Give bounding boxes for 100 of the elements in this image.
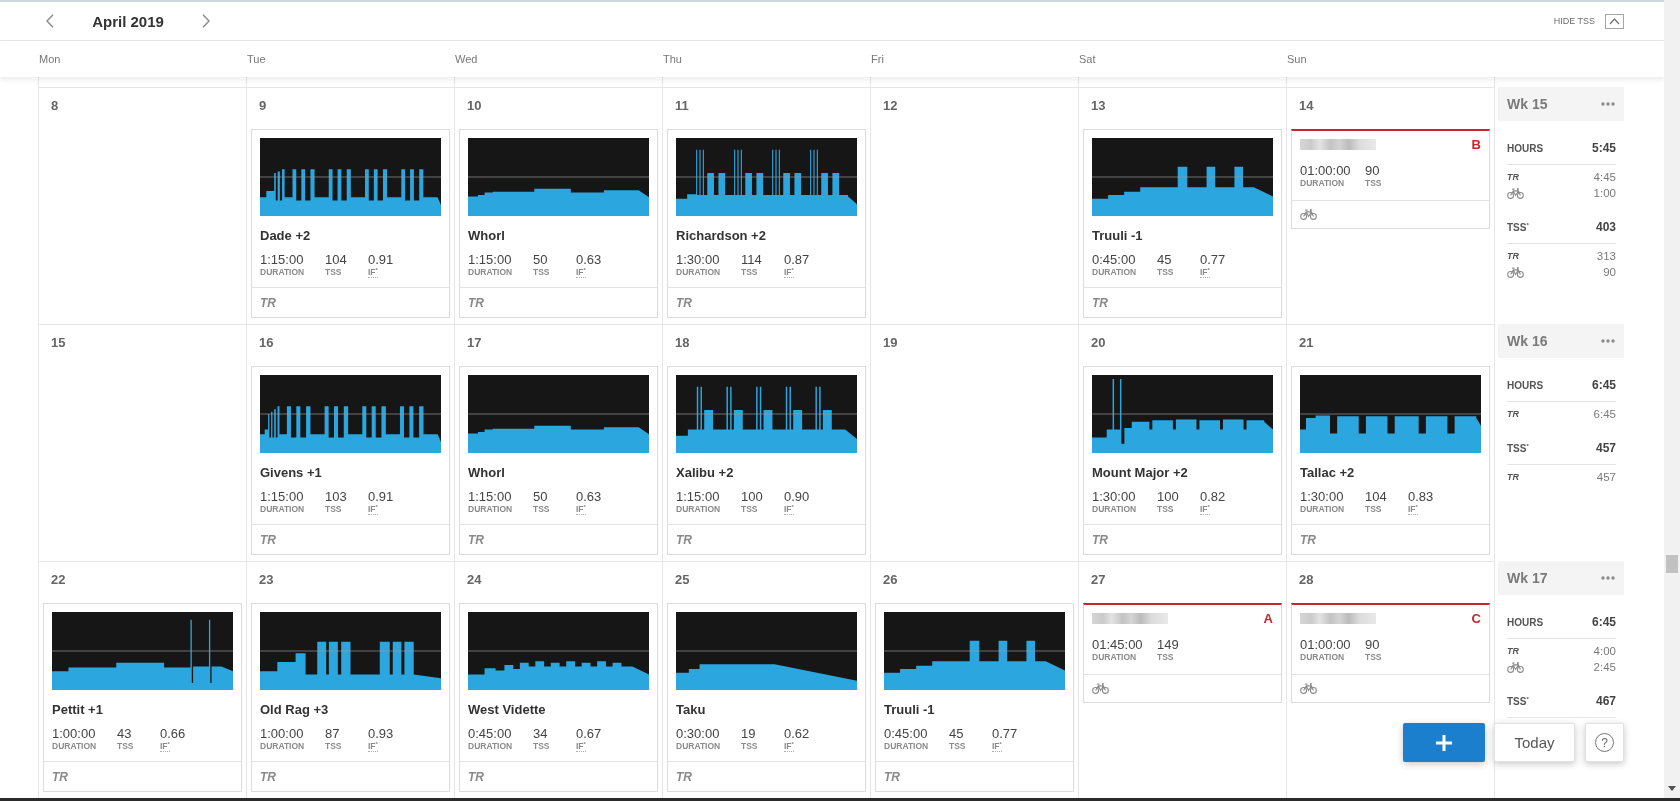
stat-label: DURATION — [676, 504, 721, 515]
stat-label: IF$^{*}$ — [784, 267, 794, 278]
stat-label: DURATION — [1092, 267, 1137, 278]
day-number: 11 — [675, 98, 689, 113]
stat-value: 1:15:00 — [468, 253, 512, 267]
stat-value: 0.91 — [368, 253, 394, 267]
stat-value: 01:45:00 — [1092, 638, 1143, 652]
stat-label: DURATION — [884, 741, 929, 752]
priority-letter: B — [1471, 137, 1481, 151]
source-label: TR — [1507, 409, 1519, 419]
scrollbar-thumb[interactable] — [1666, 555, 1678, 573]
stat-value: 1:30:00 — [676, 253, 720, 267]
event-card[interactable]: A 01:45:00 DURATION 149 TSS — [1083, 603, 1282, 703]
summary-label: HOURS — [1507, 379, 1544, 391]
workout-card[interactable]: Whorl 1:15:00 DURATION 50 TSS 0.63 IF$^{*}$ TR — [459, 366, 658, 555]
workout-card[interactable]: Mount Major +2 1:30:00 DURATION 100 TSS 0.82 IF$^{*}$ TR — [1083, 366, 1282, 555]
day-number: 21 — [1299, 335, 1314, 350]
stat-value: 0.63 — [576, 253, 602, 267]
stat-value: 19 — [741, 727, 756, 741]
workout-card[interactable]: Pettit +1 1:00:00 DURATION 43 TSS 0.66 IF$^{*}$ TR — [43, 603, 242, 792]
event-card[interactable]: B 01:00:00 DURATION 90 TSS — [1291, 129, 1490, 229]
stat-value: 0:45:00 — [884, 727, 928, 741]
stat-label: IF$^{*}$ — [368, 741, 378, 752]
summary-value: 457 — [1596, 471, 1616, 483]
stat-value: 45 — [1157, 253, 1172, 267]
day-number: 13 — [1091, 98, 1106, 113]
chevron-right-icon — [202, 14, 210, 29]
weekday-label: Sat — [1079, 53, 1096, 66]
source-label: TR — [468, 769, 484, 784]
stat-value: 90 — [1365, 164, 1380, 178]
stat-value: 1:00:00 — [260, 727, 304, 741]
day-number: 26 — [883, 572, 898, 587]
stat-label: TSS — [533, 741, 550, 752]
priority-letter: C — [1471, 611, 1481, 625]
workout-title: Taku — [676, 702, 707, 718]
source-label: TR — [1300, 532, 1316, 547]
stat-label: TSS — [117, 741, 134, 752]
more-icon — [1601, 339, 1615, 343]
summary-value: 403 — [1595, 220, 1616, 234]
stat-label: IF$^{*}$ — [576, 504, 586, 515]
stat-label: IF$^{*}$ — [1200, 267, 1210, 278]
summary-value: 5:45 — [1591, 141, 1616, 155]
event-card[interactable]: C 01:00:00 DURATION 90 TSS — [1291, 603, 1490, 703]
stat-value: 1:15:00 — [468, 490, 512, 504]
workout-card[interactable]: Xalibu +2 1:15:00 DURATION 100 TSS 0.90 IF$^{*}$ TR — [667, 366, 866, 555]
source-label: TR — [468, 532, 484, 547]
summary-value: 6:45 — [1591, 615, 1616, 629]
day-number: 12 — [883, 98, 898, 113]
stat-label: DURATION — [1300, 504, 1345, 515]
stat-label: TSS — [1365, 178, 1382, 189]
today-button[interactable]: Today — [1494, 723, 1575, 762]
stat-label: DURATION — [1092, 504, 1137, 515]
stat-label: IF$^{*}$ — [1408, 504, 1418, 515]
stat-label: IF$^{*}$ — [784, 504, 794, 515]
summary-value: 313 — [1596, 250, 1616, 262]
workout-card[interactable]: Truuli -1 0:45:00 DURATION 45 TSS 0.77 IF$^{*}$ TR — [875, 603, 1074, 792]
bicycle-icon — [1300, 683, 1317, 694]
workout-card[interactable]: Old Rag +3 1:00:00 DURATION 87 TSS 0.93 IF$^{*}$ TR — [251, 603, 450, 792]
week-title: Wk 16 — [1507, 333, 1548, 349]
stat-label: IF$^{*}$ — [1200, 504, 1210, 515]
stat-label: TSS — [1157, 652, 1174, 663]
stat-label: IF$^{*}$ — [368, 267, 378, 278]
source-label: TR — [1507, 251, 1519, 261]
workout-card[interactable]: Givens +1 1:15:00 DURATION 103 TSS 0.91 IF$^{*}$ TR — [251, 366, 450, 555]
scrollbar-track[interactable] — [1664, 0, 1680, 798]
stat-value: 149 — [1157, 638, 1179, 652]
stat-value: 1:30:00 — [1092, 490, 1136, 504]
workout-card[interactable]: West Vidette 0:45:00 DURATION 34 TSS 0.67 IF$^{*}$ TR — [459, 603, 658, 792]
add-button[interactable] — [1403, 723, 1485, 762]
hide-tss-button[interactable]: HIDE TSS — [1553, 11, 1624, 32]
workout-title: Whorl — [468, 465, 506, 481]
help-button[interactable]: ? — [1585, 723, 1624, 762]
workout-card[interactable]: Tallac +2 1:30:00 DURATION 104 TSS 0.83 IF$^{*}$ TR — [1291, 366, 1490, 555]
workout-card[interactable]: Richardson +2 1:30:00 DURATION 114 TSS 0.87 IF$^{*}$ TR — [667, 129, 866, 318]
day-number: 20 — [1091, 335, 1106, 350]
weekday-label: Thu — [663, 53, 682, 66]
workout-card[interactable]: Whorl 1:15:00 DURATION 50 TSS 0.63 IF$^{*}$ TR — [459, 129, 658, 318]
stat-value: 1:00:00 — [52, 727, 96, 741]
stat-value: 0.91 — [368, 490, 394, 504]
stat-label: DURATION — [1092, 652, 1137, 663]
summary-value: 2:45 — [1593, 661, 1616, 673]
stat-value: 0.62 — [784, 727, 810, 741]
day-number: 15 — [51, 335, 66, 350]
source-label: TR — [468, 295, 484, 310]
day-number: 27 — [1091, 572, 1106, 587]
stat-label: IF$^{*}$ — [784, 741, 794, 752]
stat-label: DURATION — [260, 267, 305, 278]
stat-label: DURATION — [1300, 178, 1345, 189]
workout-card[interactable]: Dade +2 1:15:00 DURATION 104 TSS 0.91 IF$^{*}$ TR — [251, 129, 450, 318]
workout-card[interactable]: Taku 0:30:00 DURATION 19 TSS 0.62 IF$^{*}$ TR — [667, 603, 866, 792]
workout-card[interactable]: Truuli -1 0:45:00 DURATION 45 TSS 0.77 IF$^{*}$ TR — [1083, 129, 1282, 318]
stat-value: 0.83 — [1408, 490, 1434, 504]
bicycle-icon — [1092, 683, 1109, 694]
summary-label: TSS$^{*}$ — [1507, 695, 1529, 707]
day-number: 18 — [675, 335, 690, 350]
source-label: TR — [260, 295, 276, 310]
day-number: 25 — [675, 572, 690, 587]
stat-value: 103 — [325, 490, 347, 504]
scroll-down-arrow-icon[interactable] — [1668, 786, 1676, 791]
stat-label: TSS — [1365, 504, 1382, 515]
